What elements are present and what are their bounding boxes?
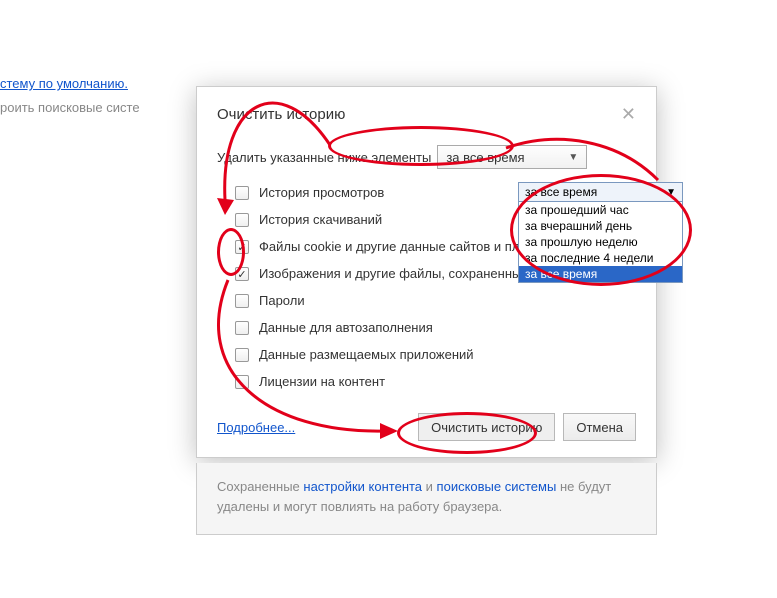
checkbox[interactable] (235, 375, 249, 389)
chevron-down-icon: ▼ (568, 152, 578, 163)
footer-text: и (422, 479, 437, 494)
time-range-dropdown[interactable]: за все время ▼ (437, 145, 587, 169)
checkbox-label: Данные для автозаполнения (259, 320, 433, 335)
time-range-dropdown-open: за все время ▼ за прошедший час за вчера… (518, 182, 683, 283)
checkbox-label: История скачиваний (259, 212, 382, 227)
checkbox-label: Пароли (259, 293, 305, 308)
dialog-title: Очистить историю (217, 106, 345, 123)
dropdown-option[interactable]: за прошлую неделю (519, 234, 682, 250)
cancel-button[interactable]: Отмена (563, 413, 636, 441)
checkbox[interactable] (235, 186, 249, 200)
dropdown-option[interactable]: за вчерашний день (519, 218, 682, 234)
dropdown-option[interactable]: за все время (519, 266, 682, 282)
dropdown-value: за все время (446, 150, 524, 165)
close-icon[interactable]: ✕ (621, 105, 636, 123)
prompt-label: Удалить указанные ниже элементы (217, 150, 431, 165)
footer-link-content-settings[interactable]: настройки контента (303, 479, 422, 494)
clear-button[interactable]: Очистить историю (418, 413, 555, 441)
footer-link-search-engines[interactable]: поисковые системы (437, 479, 557, 494)
checkbox[interactable] (235, 213, 249, 227)
checkbox-row[interactable]: Лицензии на контент (217, 374, 636, 389)
checkbox[interactable] (235, 240, 249, 254)
checkbox-row[interactable]: Данные размещаемых приложений (217, 347, 636, 362)
checkbox-row[interactable]: Данные для автозаполнения (217, 320, 636, 335)
dropdown-option[interactable]: за последние 4 недели (519, 250, 682, 266)
checkbox[interactable] (235, 267, 249, 281)
footer-text: Сохраненные (217, 479, 303, 494)
chevron-down-icon: ▼ (666, 187, 676, 198)
footer-note: Сохраненные настройки контента и поисков… (196, 463, 657, 535)
checkbox[interactable] (235, 321, 249, 335)
more-link[interactable]: Подробнее... (217, 420, 295, 435)
dropdown-selected-row[interactable]: за все время ▼ (519, 183, 682, 202)
dropdown-option[interactable]: за прошедший час (519, 202, 682, 218)
checkbox-label: Данные размещаемых приложений (259, 347, 474, 362)
checkbox-label: Лицензии на контент (259, 374, 385, 389)
checkbox-label: Файлы cookie и другие данные сайтов и пл… (259, 239, 560, 254)
checkbox[interactable] (235, 294, 249, 308)
bg-text-search: роить поисковые систе (0, 100, 140, 115)
checkbox-label: История просмотров (259, 185, 384, 200)
checkbox-row[interactable]: Пароли (217, 293, 636, 308)
bg-link-default[interactable]: стему по умолчанию. (0, 76, 128, 91)
dropdown-selected-label: за все время (525, 185, 597, 199)
checkbox[interactable] (235, 348, 249, 362)
